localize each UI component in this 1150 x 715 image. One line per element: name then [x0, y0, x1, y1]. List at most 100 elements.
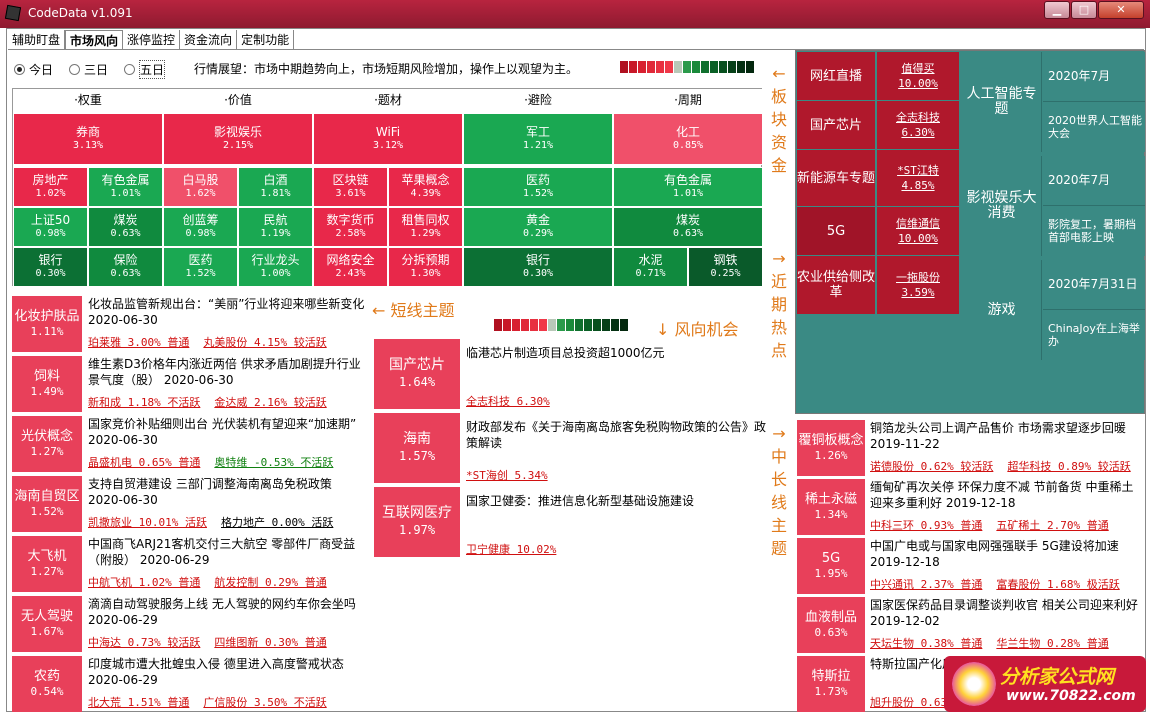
stock-link[interactable]: 金达威 2.16% 较活跃 [214, 394, 326, 410]
wind-theme-tag[interactable]: 国产芯片 1.64% [374, 339, 460, 409]
stock-link[interactable]: 凯撒旅业 10.01% 活跃 [88, 514, 207, 530]
wind-theme-tag[interactable]: 互联网医疗 1.97% [374, 487, 460, 557]
stock-link[interactable]: 航发控制 0.29% 普通 [214, 574, 326, 590]
stock-link[interactable]: 诺德股份 0.62% 较活跃 [870, 458, 993, 474]
sector-cell[interactable]: 苹果概念 4.39% [388, 167, 463, 207]
hot-stock-cell[interactable]: 值得买 10.00% [877, 52, 959, 100]
sector-cell[interactable]: 煤炭 0.63% [613, 207, 763, 247]
stock-link[interactable]: 北大荒 1.51% 普通 [88, 694, 189, 710]
sector-cell[interactable]: 医药 1.52% [463, 167, 613, 207]
stock-link[interactable]: 五矿稀土 2.70% 普通 [996, 517, 1108, 533]
hot-theme-cell[interactable]: 网红直播 [797, 52, 875, 100]
sector-cell[interactable]: 分拆预期 1.30% [388, 247, 463, 287]
news-headline[interactable]: 印度城市遭大批蝗虫入侵 德里进入高度警戒状态 2020-06-29 [88, 656, 366, 688]
sector-cell[interactable]: 有色金属 1.01% [613, 167, 763, 207]
stock-link[interactable]: 超华科技 0.89% 较活跃 [1007, 458, 1130, 474]
news-headline[interactable]: 国家卫健委：推进信息化新型基础设施建设 [466, 493, 766, 509]
stock-link[interactable]: 天坛生物 0.38% 普通 [870, 635, 982, 651]
news-headline[interactable]: 缅甸矿再次关停 环保力度不减 节前备货 中重稀土迎来多重利好 2019-12-1… [870, 479, 1145, 511]
long-theme-tag[interactable]: 稀土永磁 1.34% [797, 479, 865, 535]
sector-cell[interactable]: 租售同权 1.29% [388, 207, 463, 247]
close-button[interactable]: ✕ [1098, 1, 1144, 19]
sector-cell[interactable]: 白马股 1.62% [163, 167, 238, 207]
minimize-button[interactable]: ▁ [1044, 1, 1070, 19]
tab-limit-up[interactable]: 涨停监控 [123, 30, 181, 50]
long-theme-tag[interactable]: 覆铜板概念 1.26% [797, 420, 865, 476]
stock-link[interactable]: 珀莱雅 3.00% 普通 [88, 334, 189, 350]
stock-link[interactable]: 丸美股份 4.15% 较活跃 [203, 334, 326, 350]
news-headline[interactable]: 财政部发布《关于海南离岛旅客免税购物政策的公告》政策解读 [466, 419, 766, 451]
sector-cell[interactable]: 银行 0.30% [463, 247, 613, 287]
long-theme-name[interactable]: 游戏 [962, 260, 1042, 360]
short-theme-tag[interactable]: 光伏概念 1.27% [12, 416, 82, 472]
news-headline[interactable]: 临港芯片制造项目总投资超1000亿元 [466, 345, 766, 361]
short-theme-tag[interactable]: 农药 0.54% [12, 656, 82, 712]
short-theme-tag[interactable]: 大飞机 1.27% [12, 536, 82, 592]
short-theme-tag[interactable]: 化妆护肤品 1.11% [12, 296, 82, 352]
sector-cell[interactable]: 军工 1.21% [463, 113, 613, 165]
stock-link[interactable]: 奥特维 -0.53% 不活跃 [214, 454, 333, 470]
radio-today[interactable]: 今日 [14, 60, 53, 79]
sector-cell[interactable]: 白酒 1.81% [238, 167, 313, 207]
hot-theme-cell[interactable]: 5G [797, 207, 875, 255]
news-headline[interactable]: 国家竞价补贴细则出台 光伏装机有望迎来“加速期” 2020-06-30 [88, 416, 366, 448]
long-theme-name[interactable]: 人工智能专题 [962, 52, 1042, 152]
sector-cell[interactable]: 数字货币 2.58% [313, 207, 388, 247]
sector-cell[interactable]: 黄金 0.29% [463, 207, 613, 247]
sector-cell[interactable]: 行业龙头 1.00% [238, 247, 313, 287]
news-headline[interactable]: 中国广电或与国家电网强强联手 5G建设将加速 2019-12-18 [870, 538, 1145, 570]
hot-stock-cell[interactable]: *ST江特 4.85% [877, 150, 959, 206]
stock-link[interactable]: 中航飞机 1.02% 普通 [88, 574, 200, 590]
stock-link[interactable]: 晶盛机电 0.65% 普通 [88, 454, 200, 470]
radio-five-day[interactable]: 五日 [124, 60, 166, 79]
sector-cell[interactable]: 上证50 0.98% [13, 207, 88, 247]
stock-link[interactable]: 卫宁健康 10.02% [466, 541, 556, 557]
sector-cell[interactable]: 券商 3.13% [13, 113, 163, 165]
sector-cell[interactable]: 保险 0.63% [88, 247, 163, 287]
sector-cell[interactable]: 民航 1.19% [238, 207, 313, 247]
news-headline[interactable]: 中国商飞ARJ21客机交付三大航空 零部件厂商受益（附股） 2020-06-29 [88, 536, 366, 568]
tab-capital-flow[interactable]: 资金流向 [180, 30, 238, 50]
sector-cell[interactable]: 有色金属 1.01% [88, 167, 163, 207]
sector-cell[interactable]: 区块链 3.61% [313, 167, 388, 207]
stock-link[interactable]: 中科三环 0.93% 普通 [870, 517, 982, 533]
sector-cell[interactable]: 影视娱乐 2.15% [163, 113, 313, 165]
long-theme-tag[interactable]: 5G 1.95% [797, 538, 865, 594]
news-headline[interactable]: 化妆品监管新规出台：“美丽”行业将迎来哪些新变化 2020-06-30 [88, 296, 366, 328]
sector-cell[interactable]: 化工 0.85% [613, 113, 763, 165]
sector-cell[interactable]: WiFi 3.12% [313, 113, 463, 165]
hot-stock-cell[interactable]: 全志科技 6.30% [877, 101, 959, 149]
sector-cell[interactable]: 创蓝筹 0.98% [163, 207, 238, 247]
sector-cell[interactable]: 钢铁 0.25% [688, 247, 763, 287]
tab-market-wind[interactable]: 市场风向 [65, 30, 124, 50]
short-theme-tag[interactable]: 海南自贸区 1.52% [12, 476, 82, 532]
wind-theme-tag[interactable]: 海南 1.57% [374, 413, 460, 483]
tab-custom[interactable]: 定制功能 [237, 30, 295, 50]
sector-cell[interactable]: 网络安全 2.43% [313, 247, 388, 287]
short-theme-tag[interactable]: 饲料 1.49% [12, 356, 82, 412]
hot-stock-cell[interactable]: 信维通信 10.00% [877, 207, 959, 255]
hot-theme-cell[interactable]: 国产芯片 [797, 101, 875, 149]
stock-link[interactable]: 格力地产 0.00% 活跃 [221, 514, 333, 530]
sector-cell[interactable]: 银行 0.30% [13, 247, 88, 287]
stock-link[interactable]: 中兴通讯 2.37% 普通 [870, 576, 982, 592]
long-theme-tag[interactable]: 血液制品 0.63% [797, 597, 865, 653]
stock-link[interactable]: *ST海创 5.34% [466, 467, 548, 483]
stock-link[interactable]: 富春股份 1.68% 极活跃 [996, 576, 1119, 592]
news-headline[interactable]: 维生素D3价格年内涨近两倍 供求矛盾加剧提升行业景气度（股） 2020-06-3… [88, 356, 366, 388]
long-theme-tag[interactable]: 特斯拉 1.73% [797, 656, 865, 712]
news-headline[interactable]: 铜箔龙头公司上调产品售价 市场需求望逐步回暖 2019-11-22 [870, 420, 1145, 452]
stock-link[interactable]: 广信股份 3.50% 不活跃 [203, 694, 326, 710]
news-headline[interactable]: 支持自贸港建设 三部门调整海南离岛免税政策 2020-06-30 [88, 476, 366, 508]
stock-link[interactable]: 华兰生物 0.28% 普通 [996, 635, 1108, 651]
sector-cell[interactable]: 煤炭 0.63% [88, 207, 163, 247]
sector-cell[interactable]: 医药 1.52% [163, 247, 238, 287]
hot-theme-cell[interactable]: 新能源车专题 [797, 150, 875, 206]
stock-link[interactable]: 旭升股份 0.63 [870, 694, 947, 710]
radio-three-day[interactable]: 三日 [69, 60, 108, 79]
stock-link[interactable]: 新和成 1.18% 不活跃 [88, 394, 200, 410]
hot-theme-cell[interactable]: 农业供给侧改革 [797, 256, 875, 314]
sector-cell[interactable]: 水泥 0.71% [613, 247, 688, 287]
hot-stock-cell[interactable]: 一拖股份 3.59% [877, 256, 959, 314]
news-headline[interactable]: 国家医保药品目录调整谈判收官 相关公司迎来利好 2019-12-02 [870, 597, 1145, 629]
